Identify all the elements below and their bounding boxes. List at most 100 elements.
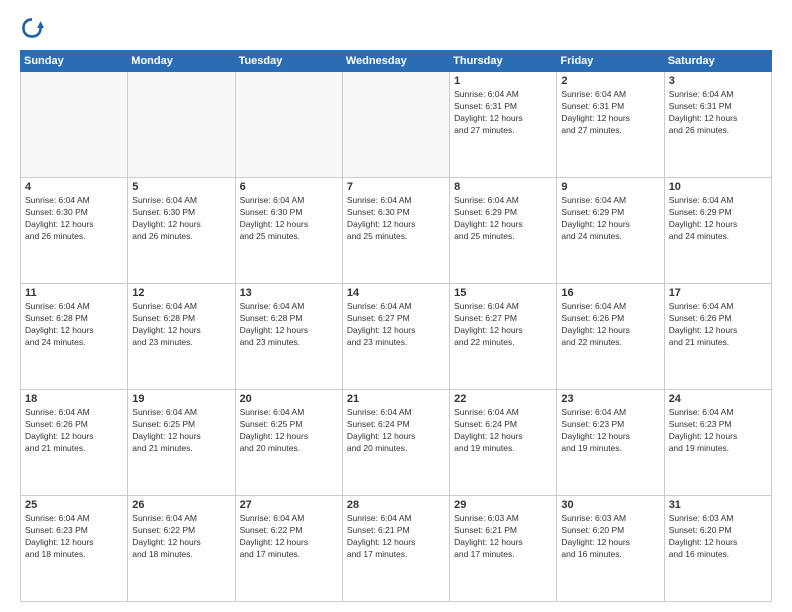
day-cell: 9 Sunrise: 6:04 AM Sunset: 6:29 PM Daylig… — [557, 178, 664, 284]
day-info: Sunrise: 6:04 AM Sunset: 6:28 PM Dayligh… — [240, 301, 338, 349]
day-cell: 28 Sunrise: 6:04 AM Sunset: 6:21 PM Dayli… — [342, 496, 449, 602]
day-info: Sunrise: 6:04 AM Sunset: 6:26 PM Dayligh… — [25, 407, 123, 455]
day-number: 27 — [240, 499, 338, 511]
day-number: 8 — [454, 181, 552, 193]
day-cell — [342, 72, 449, 178]
page: SundayMondayTuesdayWednesdayThursdayFrid… — [0, 0, 792, 612]
day-number: 30 — [561, 499, 659, 511]
day-number: 3 — [669, 75, 767, 87]
day-number: 9 — [561, 181, 659, 193]
day-cell: 29 Sunrise: 6:03 AM Sunset: 6:21 PM Dayli… — [450, 496, 557, 602]
day-cell: 26 Sunrise: 6:04 AM Sunset: 6:22 PM Dayli… — [128, 496, 235, 602]
day-cell: 3 Sunrise: 6:04 AM Sunset: 6:31 PM Daylig… — [664, 72, 771, 178]
day-info: Sunrise: 6:04 AM Sunset: 6:22 PM Dayligh… — [132, 513, 230, 561]
day-cell: 15 Sunrise: 6:04 AM Sunset: 6:27 PM Dayli… — [450, 284, 557, 390]
day-info: Sunrise: 6:04 AM Sunset: 6:27 PM Dayligh… — [347, 301, 445, 349]
day-info: Sunrise: 6:04 AM Sunset: 6:26 PM Dayligh… — [561, 301, 659, 349]
weekday-wednesday: Wednesday — [342, 51, 449, 72]
day-cell: 24 Sunrise: 6:04 AM Sunset: 6:23 PM Dayli… — [664, 390, 771, 496]
day-number: 7 — [347, 181, 445, 193]
day-cell: 6 Sunrise: 6:04 AM Sunset: 6:30 PM Daylig… — [235, 178, 342, 284]
day-info: Sunrise: 6:04 AM Sunset: 6:28 PM Dayligh… — [25, 301, 123, 349]
day-cell: 2 Sunrise: 6:04 AM Sunset: 6:31 PM Daylig… — [557, 72, 664, 178]
day-info: Sunrise: 6:04 AM Sunset: 6:22 PM Dayligh… — [240, 513, 338, 561]
day-cell: 17 Sunrise: 6:04 AM Sunset: 6:26 PM Dayli… — [664, 284, 771, 390]
day-cell: 22 Sunrise: 6:04 AM Sunset: 6:24 PM Dayli… — [450, 390, 557, 496]
day-number: 6 — [240, 181, 338, 193]
header — [20, 16, 772, 40]
day-number: 11 — [25, 287, 123, 299]
week-row-4: 18Sunrise: 6:04 AM Sunset: 6:26 PM Dayli… — [21, 390, 772, 496]
day-cell — [235, 72, 342, 178]
day-cell: 19 Sunrise: 6:04 AM Sunset: 6:25 PM Dayli… — [128, 390, 235, 496]
day-cell: 18Sunrise: 6:04 AM Sunset: 6:26 PM Dayli… — [21, 390, 128, 496]
logo-icon — [20, 16, 44, 40]
weekday-tuesday: Tuesday — [235, 51, 342, 72]
day-cell — [128, 72, 235, 178]
day-info: Sunrise: 6:04 AM Sunset: 6:28 PM Dayligh… — [132, 301, 230, 349]
day-cell: 11 Sunrise: 6:04 AM Sunset: 6:28 PM Dayli… — [21, 284, 128, 390]
day-number: 5 — [132, 181, 230, 193]
day-cell: 25Sunrise: 6:04 AM Sunset: 6:23 PM Dayli… — [21, 496, 128, 602]
day-number: 14 — [347, 287, 445, 299]
day-number: 15 — [454, 287, 552, 299]
day-cell: 12Sunrise: 6:04 AM Sunset: 6:28 PM Dayli… — [128, 284, 235, 390]
weekday-header-row: SundayMondayTuesdayWednesdayThursdayFrid… — [21, 51, 772, 72]
weekday-saturday: Saturday — [664, 51, 771, 72]
day-info: Sunrise: 6:04 AM Sunset: 6:30 PM Dayligh… — [240, 195, 338, 243]
day-cell: 5Sunrise: 6:04 AM Sunset: 6:30 PM Daylig… — [128, 178, 235, 284]
day-cell: 21 Sunrise: 6:04 AM Sunset: 6:24 PM Dayli… — [342, 390, 449, 496]
day-info: Sunrise: 6:04 AM Sunset: 6:21 PM Dayligh… — [347, 513, 445, 561]
weekday-monday: Monday — [128, 51, 235, 72]
day-info: Sunrise: 6:04 AM Sunset: 6:25 PM Dayligh… — [240, 407, 338, 455]
day-info: Sunrise: 6:04 AM Sunset: 6:31 PM Dayligh… — [454, 89, 552, 137]
day-info: Sunrise: 6:04 AM Sunset: 6:30 PM Dayligh… — [25, 195, 123, 243]
day-cell: 23Sunrise: 6:04 AM Sunset: 6:23 PM Dayli… — [557, 390, 664, 496]
day-number: 24 — [669, 393, 767, 405]
weekday-friday: Friday — [557, 51, 664, 72]
day-info: Sunrise: 6:03 AM Sunset: 6:21 PM Dayligh… — [454, 513, 552, 561]
day-info: Sunrise: 6:04 AM Sunset: 6:24 PM Dayligh… — [347, 407, 445, 455]
day-cell — [21, 72, 128, 178]
day-number: 21 — [347, 393, 445, 405]
day-number: 23 — [561, 393, 659, 405]
day-info: Sunrise: 6:04 AM Sunset: 6:24 PM Dayligh… — [454, 407, 552, 455]
calendar-table: SundayMondayTuesdayWednesdayThursdayFrid… — [20, 50, 772, 602]
day-info: Sunrise: 6:04 AM Sunset: 6:26 PM Dayligh… — [669, 301, 767, 349]
day-info: Sunrise: 6:04 AM Sunset: 6:30 PM Dayligh… — [347, 195, 445, 243]
week-row-3: 11 Sunrise: 6:04 AM Sunset: 6:28 PM Dayli… — [21, 284, 772, 390]
week-row-1: 1 Sunrise: 6:04 AM Sunset: 6:31 PM Daylig… — [21, 72, 772, 178]
logo — [20, 16, 48, 40]
day-number: 25 — [25, 499, 123, 511]
day-cell: 27 Sunrise: 6:04 AM Sunset: 6:22 PM Dayli… — [235, 496, 342, 602]
day-number: 28 — [347, 499, 445, 511]
day-info: Sunrise: 6:04 AM Sunset: 6:23 PM Dayligh… — [669, 407, 767, 455]
day-cell: 7 Sunrise: 6:04 AM Sunset: 6:30 PM Daylig… — [342, 178, 449, 284]
day-number: 31 — [669, 499, 767, 511]
day-cell: 16 Sunrise: 6:04 AM Sunset: 6:26 PM Dayli… — [557, 284, 664, 390]
day-number: 29 — [454, 499, 552, 511]
day-cell: 8Sunrise: 6:04 AM Sunset: 6:29 PM Daylig… — [450, 178, 557, 284]
weekday-sunday: Sunday — [21, 51, 128, 72]
day-number: 16 — [561, 287, 659, 299]
day-info: Sunrise: 6:04 AM Sunset: 6:29 PM Dayligh… — [561, 195, 659, 243]
week-row-5: 25Sunrise: 6:04 AM Sunset: 6:23 PM Dayli… — [21, 496, 772, 602]
day-cell: 31 Sunrise: 6:03 AM Sunset: 6:20 PM Dayli… — [664, 496, 771, 602]
week-row-2: 4 Sunrise: 6:04 AM Sunset: 6:30 PM Daylig… — [21, 178, 772, 284]
day-info: Sunrise: 6:04 AM Sunset: 6:25 PM Dayligh… — [132, 407, 230, 455]
day-cell: 30Sunrise: 6:03 AM Sunset: 6:20 PM Dayli… — [557, 496, 664, 602]
day-cell: 1 Sunrise: 6:04 AM Sunset: 6:31 PM Daylig… — [450, 72, 557, 178]
day-info: Sunrise: 6:04 AM Sunset: 6:31 PM Dayligh… — [561, 89, 659, 137]
day-number: 17 — [669, 287, 767, 299]
day-cell: 13Sunrise: 6:04 AM Sunset: 6:28 PM Dayli… — [235, 284, 342, 390]
day-info: Sunrise: 6:03 AM Sunset: 6:20 PM Dayligh… — [669, 513, 767, 561]
day-number: 4 — [25, 181, 123, 193]
day-number: 2 — [561, 75, 659, 87]
day-info: Sunrise: 6:04 AM Sunset: 6:31 PM Dayligh… — [669, 89, 767, 137]
day-info: Sunrise: 6:04 AM Sunset: 6:29 PM Dayligh… — [669, 195, 767, 243]
day-number: 1 — [454, 75, 552, 87]
day-number: 26 — [132, 499, 230, 511]
day-number: 19 — [132, 393, 230, 405]
day-info: Sunrise: 6:04 AM Sunset: 6:27 PM Dayligh… — [454, 301, 552, 349]
day-number: 22 — [454, 393, 552, 405]
